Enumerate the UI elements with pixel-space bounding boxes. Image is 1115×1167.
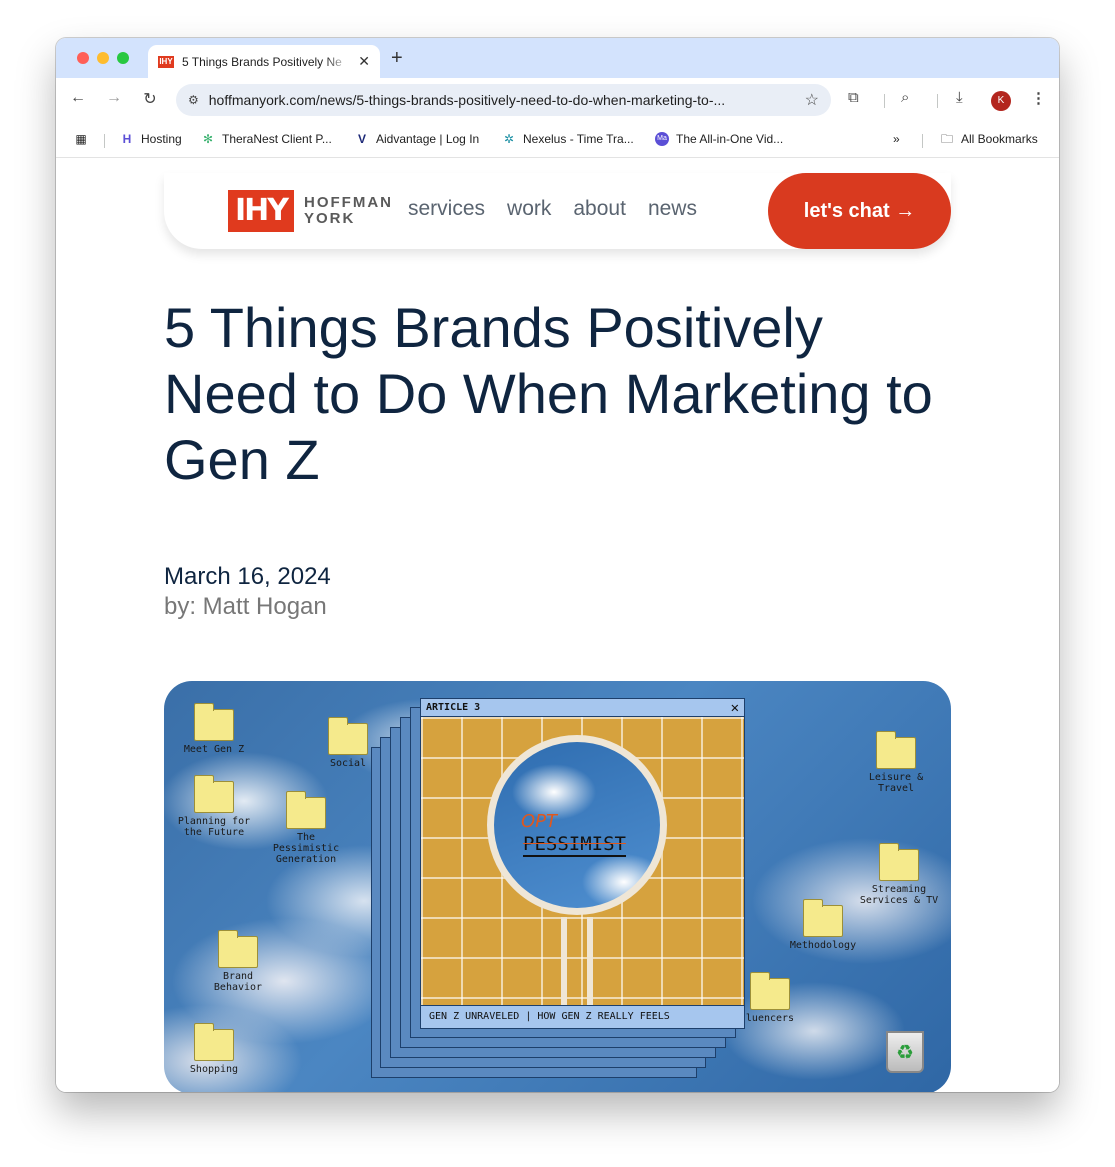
folder-planning: Planning for the Future xyxy=(172,775,256,838)
folder-shopping: Shopping xyxy=(172,1023,256,1075)
folder-icon xyxy=(876,731,916,769)
toolbar-divider xyxy=(937,94,938,108)
folder-pessimistic: The Pessimistic Generation xyxy=(264,791,348,865)
article-window: ARTICLE 3 ✕ OPT PESSIMIST GEN Z UNRAVELE… xyxy=(420,698,745,1029)
download-icon[interactable]: ⤓ xyxy=(956,89,963,106)
mirror-graphic xyxy=(487,735,667,915)
back-arrow-icon[interactable]: ← xyxy=(67,89,89,107)
page-title: 5 Things Brands Positively Need to Do Wh… xyxy=(164,296,933,491)
url-text[interactable]: hoffmanyork.com/news/5-things-brands-pos… xyxy=(209,92,789,108)
recycle-bin-icon: ♻ xyxy=(886,1031,924,1073)
folder-icon xyxy=(286,791,326,829)
nav-about[interactable]: about xyxy=(573,197,626,221)
folder-icon xyxy=(194,1023,234,1061)
zoom-window-button[interactable] xyxy=(117,52,129,64)
close-icon: ✕ xyxy=(730,700,739,716)
tab-strip: IHY 5 Things Brands Positively Ne ✕ + xyxy=(56,38,1059,78)
bookmark-aidvantage[interactable]: V Aidvantage | Log In xyxy=(355,132,479,146)
folder-leisure: Leisure & Travel xyxy=(854,731,938,794)
folder-icon xyxy=(194,703,234,741)
folder-brand-behavior: Brand Behavior xyxy=(196,930,280,993)
bookmarks-divider xyxy=(922,134,923,148)
puzzle-icon[interactable]: ⧉ xyxy=(848,89,859,106)
forward-arrow-icon[interactable]: → xyxy=(103,89,125,107)
all-bookmarks[interactable]: 🗀 All Bookmarks xyxy=(940,132,1038,146)
apps-grid-icon[interactable]: ▦ xyxy=(74,132,95,146)
article-byline: by: Matt Hogan xyxy=(164,593,327,620)
kebab-menu-icon[interactable]: ⋮ xyxy=(1031,89,1046,107)
article-window-footer: GEN Z UNRAVELED | HOW GEN Z REALLY FEELS xyxy=(421,1005,744,1028)
browser-toolbar: ← → ↻ ⚙ hoffmanyork.com/news/5-things-br… xyxy=(56,78,1059,122)
pessimist-text: PESSIMIST xyxy=(523,833,626,857)
toolbar-divider xyxy=(884,94,885,108)
folder-icon xyxy=(218,930,258,968)
tab-close-icon[interactable]: ✕ xyxy=(358,53,370,70)
site-header: IHY HOFFMAN YORK services work about new… xyxy=(164,173,951,249)
article-window-title: ARTICLE 3 ✕ xyxy=(421,699,744,717)
close-window-button[interactable] xyxy=(77,52,89,64)
mirror-stand-graphic xyxy=(561,917,593,1007)
bookmark-theranest[interactable]: ✻ TheraNest Client P... xyxy=(201,132,332,146)
minimize-window-button[interactable] xyxy=(97,52,109,64)
folder-icon xyxy=(879,843,919,881)
bookmarks-divider xyxy=(104,134,105,148)
lets-chat-button[interactable]: let's chat → xyxy=(768,173,951,249)
folder-methodology: Methodology xyxy=(781,899,865,951)
tab-active[interactable]: IHY 5 Things Brands Positively Ne ✕ xyxy=(148,45,380,78)
folder-icon xyxy=(803,899,843,937)
lens-icon[interactable]: ⌕ xyxy=(901,89,909,106)
article-window-image: OPT PESSIMIST xyxy=(421,717,744,1007)
folder-icon xyxy=(328,717,368,755)
folder-icon: 🗀 xyxy=(940,132,953,146)
nav-news[interactable]: news xyxy=(648,197,697,221)
page-content: IHY HOFFMAN YORK services work about new… xyxy=(56,159,1059,1092)
folder-meet-gen-z: Meet Gen Z xyxy=(172,703,256,755)
nav-work[interactable]: work xyxy=(507,197,551,221)
new-tab-icon[interactable]: + xyxy=(391,47,403,70)
article-date: March 16, 2024 xyxy=(164,563,331,590)
tab-title: 5 Things Brands Positively Ne xyxy=(182,54,342,69)
star-icon[interactable]: ☆ xyxy=(805,90,819,110)
site-info-icon[interactable]: ⚙ xyxy=(188,93,199,107)
bookmark-nexelus[interactable]: ✲ Nexelus - Time Tra... xyxy=(502,132,634,146)
opt-text: OPT xyxy=(521,811,558,832)
address-bar[interactable]: ⚙ hoffmanyork.com/news/5-things-brands-p… xyxy=(176,84,831,116)
bookmark-all-in-one[interactable]: Ma The All-in-One Vid... xyxy=(655,132,783,146)
bookmarks-bar: ▦ H Hosting ✻ TheraNest Client P... V Aidva… xyxy=(56,122,1059,158)
site-nav: services work about news xyxy=(408,197,697,221)
chevron-double-right-icon[interactable]: » xyxy=(893,132,900,146)
hero-image: Meet Gen Z Planning for the Future The P… xyxy=(164,681,951,1092)
site-favicon-icon: IHY xyxy=(158,55,174,68)
avatar[interactable]: K xyxy=(991,91,1011,111)
reload-icon[interactable]: ↻ xyxy=(139,89,161,109)
nav-services[interactable]: services xyxy=(408,197,485,221)
folder-streaming: Streaming Services & TV xyxy=(857,843,941,906)
folder-icon xyxy=(194,775,234,813)
folder-icon xyxy=(750,972,790,1010)
bookmark-hosting[interactable]: H Hosting xyxy=(120,132,182,146)
site-logo[interactable]: IHY xyxy=(228,190,294,232)
site-logo-text[interactable]: HOFFMAN YORK xyxy=(304,195,393,227)
browser-window: IHY 5 Things Brands Positively Ne ✕ + ← … xyxy=(56,38,1059,1092)
